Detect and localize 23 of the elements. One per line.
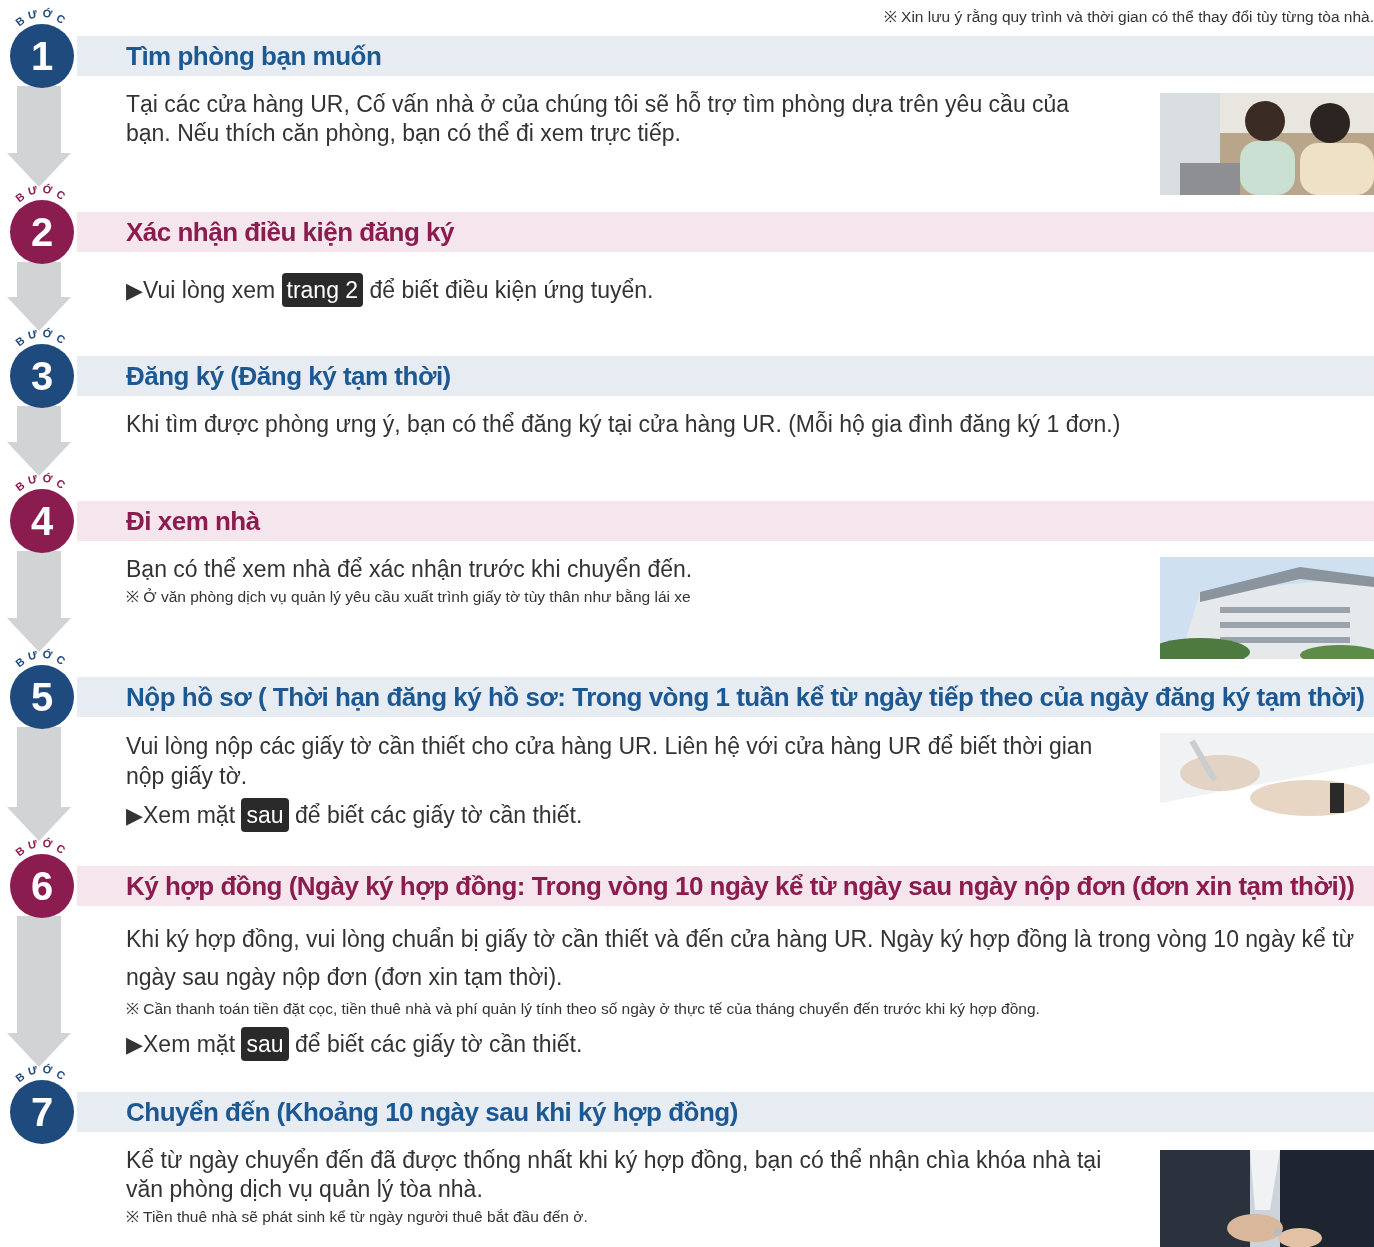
step-description: Tại các cửa hàng UR, Cố vấn nhà ở của chúng tôi sẽ hỗ trợ tìm phòng dựa trên yêu cầu của bạn. Nếu thích căn phòng, bạn có thể đi xem trực tiếp. [126,90,1071,148]
reference-line: ▶Xem mặt sau để biết các giấy tờ cần thiết. [126,1026,1374,1063]
page-badge[interactable]: sau [241,798,289,832]
step-description: Bạn có thể xem nhà để xác nhận trước khi chuyển đến. [126,555,693,584]
step-title: Chuyển đến (Khoảng 10 ngày sau khi ký hợp đồng) [126,1095,738,1129]
footnote: ※ Tiền thuê nhà sẽ phát sinh kể từ ngày người thuê bắt đầu đến ở. [126,1207,589,1227]
reference-line: ▶Xem mặt sau để biết các giấy tờ cần thiết. [126,797,1111,834]
footnote: ※ Ở văn phòng dịch vụ quản lý yêu cầu xuất trình giấy tờ tùy thân như bằng lái xe [126,587,692,607]
step-title: Xác nhận điều kiện đăng ký [126,215,454,249]
step-description: Kể từ ngày chuyển đến đã được thống nhất khi ký hợp đồng, bạn có thể nhận chìa khóa nhà tại văn phòng dịch vụ quản lý tòa nhà. [126,1146,1103,1204]
reference-line: ▶Vui lòng xem trang 2 để biết điều kiện ứng tuyển. [126,272,654,309]
step-title: Đi xem nhà [126,504,260,538]
page-badge[interactable]: sau [241,1027,289,1061]
step-description: Khi ký hợp đồng, vui lòng chuẩn bị giấy tờ cần thiết và đến cửa hàng UR. Ngày ký hợp đồng là trong vòng 10 ngày kể từ ngày sau ngày nộp đơn (đơn xin tạm thời). [126,925,1356,992]
footnote: ※ Cần thanh toán tiền đặt cọc, tiền thuê nhà và phí quản lý tính theo số ngày ở thực tế của tháng chuyển đến trước khi ký hợp đồng. [126,999,1041,1019]
step-description: Vui lòng nộp các giấy tờ cần thiết cho cửa hàng UR. Liên hệ với cửa hàng UR để biết thời gian nộp giấy tờ. [126,732,1094,791]
step-title: Ký hợp đồng (Ngày ký hợp đồng: Trong vòng 10 ngày kể từ ngày sau ngày nộp đơn (đơn xin tạm thời)) [126,869,1355,903]
page-badge[interactable]: trang 2 [281,273,364,307]
step-description: Khi tìm được phòng ưng ý, bạn có thể đăng ký tại cửa hàng UR. (Mỗi hộ gia đình đăng ký 1 đơn.) [126,410,1121,439]
step-title: Tìm phòng bạn muốn [126,39,382,73]
step-title: Nộp hồ sơ ( Thời hạn đăng ký hồ sơ: Trong vòng 1 tuần kể từ ngày tiếp theo của ngày đăng ký tạm thời) [126,680,1365,714]
step-title: Đăng ký (Đăng ký tạm thời) [126,359,451,393]
notice: ※ Xin lưu ý rằng quy trình và thời gian có thể thay đổi tùy từng tòa nhà. [883,7,1374,27]
